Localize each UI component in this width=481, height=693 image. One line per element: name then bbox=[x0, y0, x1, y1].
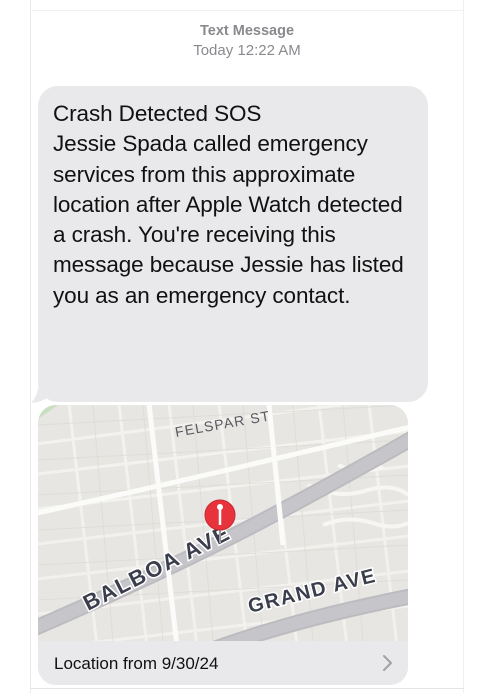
frame-top-edge bbox=[30, 10, 464, 11]
map-preview[interactable]: FELSPAR ST BALBOA AVE GRAND AVE bbox=[38, 405, 408, 641]
message-timestamp: Today 12:22 AM bbox=[193, 42, 301, 59]
frame-left-edge bbox=[30, 0, 31, 693]
location-map-card[interactable]: FELSPAR ST BALBOA AVE GRAND AVE Location… bbox=[38, 405, 408, 685]
frame-bottom-edge bbox=[30, 688, 464, 689]
incoming-message-bubble[interactable]: Crash Detected SOS Jessie Spada called e… bbox=[38, 86, 428, 402]
frame-right-edge bbox=[463, 0, 464, 693]
message-text: Crash Detected SOS Jessie Spada called e… bbox=[53, 101, 404, 308]
location-footer-label: Location from 9/30/24 bbox=[54, 654, 219, 673]
message-service-label: Text Message bbox=[199, 23, 295, 39]
location-footer[interactable]: Location from 9/30/24 bbox=[38, 641, 408, 685]
chevron-right-icon[interactable] bbox=[380, 653, 394, 673]
